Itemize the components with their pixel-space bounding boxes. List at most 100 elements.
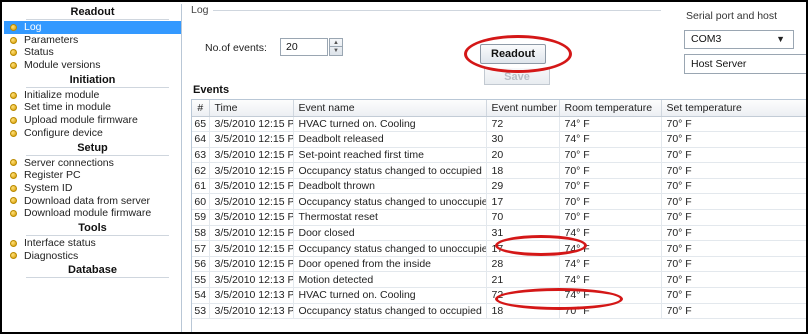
table-cell: 58 — [192, 225, 210, 242]
bullet-icon — [10, 91, 17, 99]
table-cell: 74° F — [559, 271, 662, 289]
table-cell: 63 — [192, 147, 210, 164]
sidebar-item-status[interactable]: Status — [4, 46, 181, 59]
table-cell: Door closed — [293, 225, 487, 242]
log-group: Log No.of events: 20 ▲ ▼ Save Readout — [191, 4, 661, 85]
table-cell: 70° F — [661, 303, 806, 320]
table-cell: 70° F — [661, 287, 806, 304]
table-cell: 59 — [192, 209, 210, 226]
sidebar-item-system-id[interactable]: System ID — [4, 182, 181, 195]
sidebar-item-parameters[interactable]: Parameters — [4, 34, 181, 47]
bullet-icon — [10, 239, 17, 247]
sidebar-item-label: Diagnostics — [24, 249, 79, 262]
bullet-icon — [10, 159, 17, 167]
table-cell: 70° F — [559, 303, 662, 320]
table-cell: 74° F — [559, 240, 662, 257]
table-cell: 29 — [486, 178, 560, 195]
sidebar-item-label: Status — [24, 46, 54, 59]
table-cell: 74° F — [559, 225, 662, 242]
table-row[interactable]: 603/5/2010 12:15 PMOccupancy status chan… — [192, 193, 806, 211]
sidebar-item-label: System ID — [24, 181, 73, 194]
column-header[interactable]: Set temperature — [661, 100, 806, 117]
table-cell: 72 — [486, 116, 560, 133]
table-cell: 57 — [192, 240, 210, 257]
table-row[interactable]: 593/5/2010 12:15 PMThermostat reset7070°… — [192, 209, 806, 226]
table-row[interactable]: 613/5/2010 12:15 PMDeadbolt thrown2970° … — [192, 178, 806, 195]
table-cell: 3/5/2010 12:15 PM — [209, 209, 294, 226]
table-cell: 70 — [486, 209, 560, 226]
sidebar-item-initialize-module[interactable]: Initialize module — [4, 89, 181, 102]
table-cell: 18 — [486, 162, 560, 179]
table-cell: 30 — [486, 131, 560, 148]
table-cell: 70° F — [559, 209, 662, 226]
table-row[interactable]: 563/5/2010 12:15 PMDoor opened from the … — [192, 256, 806, 273]
spinner-up-icon[interactable]: ▲ — [330, 39, 342, 47]
table-cell: 72 — [486, 287, 560, 304]
sidebar-item-label: Server connections — [24, 156, 114, 169]
column-header[interactable]: Event number — [486, 100, 560, 117]
table-cell: 70° F — [661, 193, 806, 211]
bullet-icon — [10, 252, 17, 260]
table-cell: 70° F — [559, 147, 662, 164]
sidebar-item-interface-status[interactable]: Interface status — [4, 237, 181, 250]
table-cell: 3/5/2010 12:15 PM — [209, 131, 294, 148]
column-header[interactable]: Event name — [293, 100, 487, 117]
sidebar-item-set-time-in-module[interactable]: Set time in module — [4, 101, 181, 114]
table-cell: 53 — [192, 303, 210, 320]
table-cell: 3/5/2010 12:15 PM — [209, 256, 294, 273]
table-cell: 74° F — [559, 131, 662, 148]
sidebar-item-log[interactable]: Log — [4, 21, 181, 34]
table-cell: 55 — [192, 271, 210, 289]
serial-port-select[interactable]: COM3 ▼ — [684, 30, 794, 49]
table-cell: Deadbolt thrown — [293, 178, 487, 195]
column-header[interactable]: # — [192, 100, 210, 117]
sidebar-item-diagnostics[interactable]: Diagnostics — [4, 250, 181, 263]
sidebar-item-module-versions[interactable]: Module versions — [4, 59, 181, 72]
sidebar-item-server-connections[interactable]: Server connections — [4, 157, 181, 170]
table-cell: 17 — [486, 193, 560, 211]
table-cell: 60 — [192, 193, 210, 211]
table-row[interactable]: 643/5/2010 12:15 PMDeadbolt released3074… — [192, 131, 806, 148]
table-cell: Occupancy status changed to occupied — [293, 303, 487, 320]
column-header[interactable]: Time — [209, 100, 294, 117]
column-header[interactable]: Room temperature — [559, 100, 662, 117]
sidebar-item-register-pc[interactable]: Register PC — [4, 169, 181, 182]
table-cell: Set-point reached first time — [293, 147, 487, 164]
table-cell: 74° F — [559, 116, 662, 133]
table-row[interactable]: 583/5/2010 12:15 PMDoor closed3174° F70°… — [192, 225, 806, 242]
table-cell: 3/5/2010 12:15 PM — [209, 147, 294, 164]
table-row[interactable]: 623/5/2010 12:15 PMOccupancy status chan… — [192, 162, 806, 179]
spinner-down-icon[interactable]: ▼ — [330, 47, 342, 55]
bullet-icon — [10, 210, 17, 218]
sidebar-item-label: Log — [24, 21, 42, 33]
sidebar-item-upload-module-firmware[interactable]: Upload module firmware — [4, 114, 181, 127]
sidebar-item-configure-device[interactable]: Configure device — [4, 127, 181, 140]
bullet-icon — [10, 23, 17, 31]
table-cell: Occupancy status changed to occupied — [293, 162, 487, 179]
table-row[interactable]: 653/5/2010 12:15 PMHVAC turned on. Cooli… — [192, 116, 806, 133]
sidebar-item-download-module-firmware[interactable]: Download module firmware — [4, 207, 181, 220]
host-field[interactable]: Host Server — [684, 54, 806, 74]
events-count-spinner[interactable]: ▲ ▼ — [329, 38, 343, 56]
table-cell: 62 — [192, 162, 210, 179]
sidebar-section-database: Database — [4, 262, 181, 279]
table-cell: 3/5/2010 12:15 PM — [209, 162, 294, 179]
table-row[interactable]: 533/5/2010 12:13 PMOccupancy status chan… — [192, 303, 806, 320]
table-row[interactable]: 573/5/2010 12:15 PMOccupancy status chan… — [192, 240, 806, 257]
table-row[interactable]: 633/5/2010 12:15 PMSet-point reached fir… — [192, 147, 806, 164]
table-cell: 61 — [192, 178, 210, 195]
table-row[interactable]: 553/5/2010 12:13 PMMotion detected2174° … — [192, 271, 806, 289]
sidebar-item-download-data-from-server[interactable]: Download data from server — [4, 195, 181, 208]
table-cell: 3/5/2010 12:13 PM — [209, 271, 294, 289]
main-panel: Log No.of events: 20 ▲ ▼ Save Readout Se… — [183, 4, 806, 332]
table-cell: 70° F — [661, 131, 806, 148]
events-grid[interactable]: # Time Event name Event number Room temperat… — [191, 99, 806, 332]
events-count-input[interactable]: 20 — [280, 38, 328, 56]
table-cell: 64 — [192, 131, 210, 148]
sidebar-item-label: Configure device — [24, 126, 103, 139]
sidebar-item-label: Interface status — [24, 236, 96, 249]
dropdown-arrow-icon[interactable]: ▼ — [776, 31, 785, 48]
sidebar-section-tools: Tools — [4, 220, 181, 237]
serial-port-group: Serial port and host COM3 ▼ Host Server — [676, 10, 806, 76]
table-row[interactable]: 543/5/2010 12:13 PMHVAC turned on. Cooli… — [192, 287, 806, 304]
